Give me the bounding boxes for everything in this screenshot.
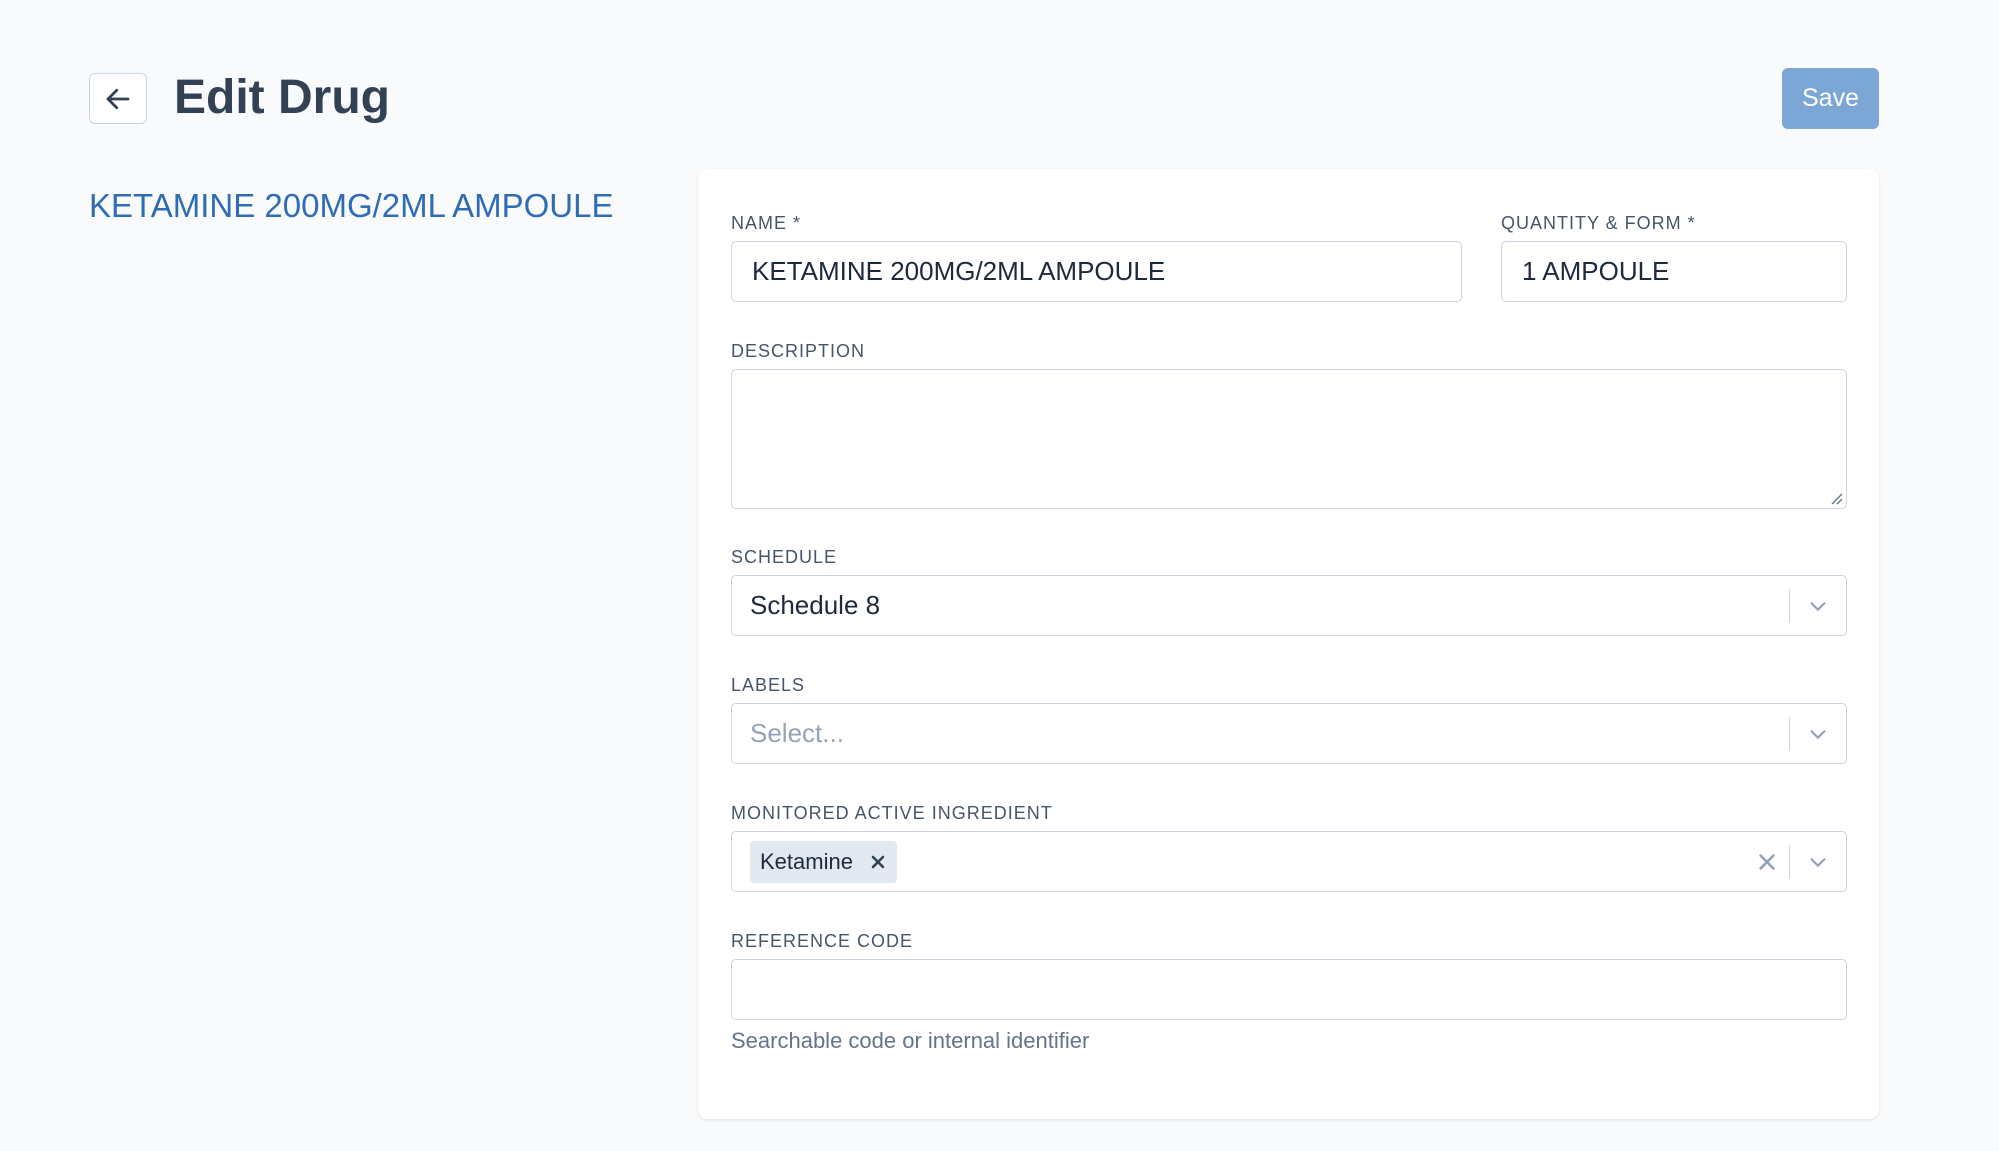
name-input-value: KETAMINE 200MG/2ML AMPOULE — [752, 256, 1166, 286]
save-button[interactable]: Save — [1782, 68, 1879, 129]
schedule-label: SCHEDULE — [731, 547, 838, 567]
chevron-down-icon — [1810, 857, 1826, 867]
drug-name-heading: KETAMINE 200MG/2ML AMPOULE — [89, 187, 614, 224]
chip-label: Ketamine — [760, 848, 853, 874]
quantity-form-label: QUANTITY & FORM * — [1501, 213, 1696, 233]
description-textarea[interactable] — [731, 369, 1847, 509]
monitored-active-ingredient-label: MONITORED ACTIVE INGREDIENT — [731, 803, 1053, 823]
labels-select[interactable]: Select... — [731, 703, 1847, 764]
chevron-down-icon — [1810, 729, 1826, 739]
labels-label: LABELS — [731, 675, 806, 695]
selected-ingredient-chip: Ketamine — [750, 840, 897, 883]
clear-selection-button[interactable] — [1745, 832, 1789, 891]
chevron-down-icon — [1810, 601, 1826, 611]
drug-form-card: NAME * KETAMINE 200MG/2ML AMPOULE QUANTI… — [698, 169, 1879, 1119]
name-input[interactable]: KETAMINE 200MG/2ML AMPOULE — [731, 241, 1462, 302]
ingredient-dropdown-toggle[interactable] — [1790, 832, 1846, 891]
labels-dropdown-toggle[interactable] — [1790, 704, 1846, 763]
schedule-select-value: Schedule 8 — [750, 590, 881, 620]
schedule-select[interactable]: Schedule 8 — [731, 575, 1847, 636]
edit-drug-page: Edit Drug Save KETAMINE 200MG/2ML AMPOUL… — [0, 0, 1999, 1151]
reference-code-label: REFERENCE CODE — [731, 931, 914, 951]
resize-grip-icon[interactable] — [1829, 491, 1843, 505]
quantity-form-input-value: 1 AMPOULE — [1522, 256, 1670, 286]
schedule-dropdown-toggle[interactable] — [1790, 576, 1846, 635]
description-label: DESCRIPTION — [731, 341, 866, 361]
labels-select-placeholder: Select... — [750, 718, 844, 748]
quantity-form-input[interactable]: 1 AMPOULE — [1501, 241, 1847, 302]
chip-remove-button[interactable] — [869, 853, 887, 871]
page-title: Edit Drug — [174, 71, 390, 124]
reference-code-input[interactable] — [731, 959, 1847, 1020]
close-icon — [871, 855, 885, 868]
arrow-left-icon — [106, 88, 130, 109]
monitored-active-ingredient-select[interactable]: Ketamine — [731, 831, 1847, 892]
reference-code-help-text: Searchable code or internal identifier — [731, 1028, 1090, 1053]
selected-values: Ketamine — [732, 840, 1745, 883]
back-button[interactable] — [89, 73, 147, 124]
name-label: NAME * — [731, 213, 802, 233]
close-icon — [1758, 853, 1775, 870]
